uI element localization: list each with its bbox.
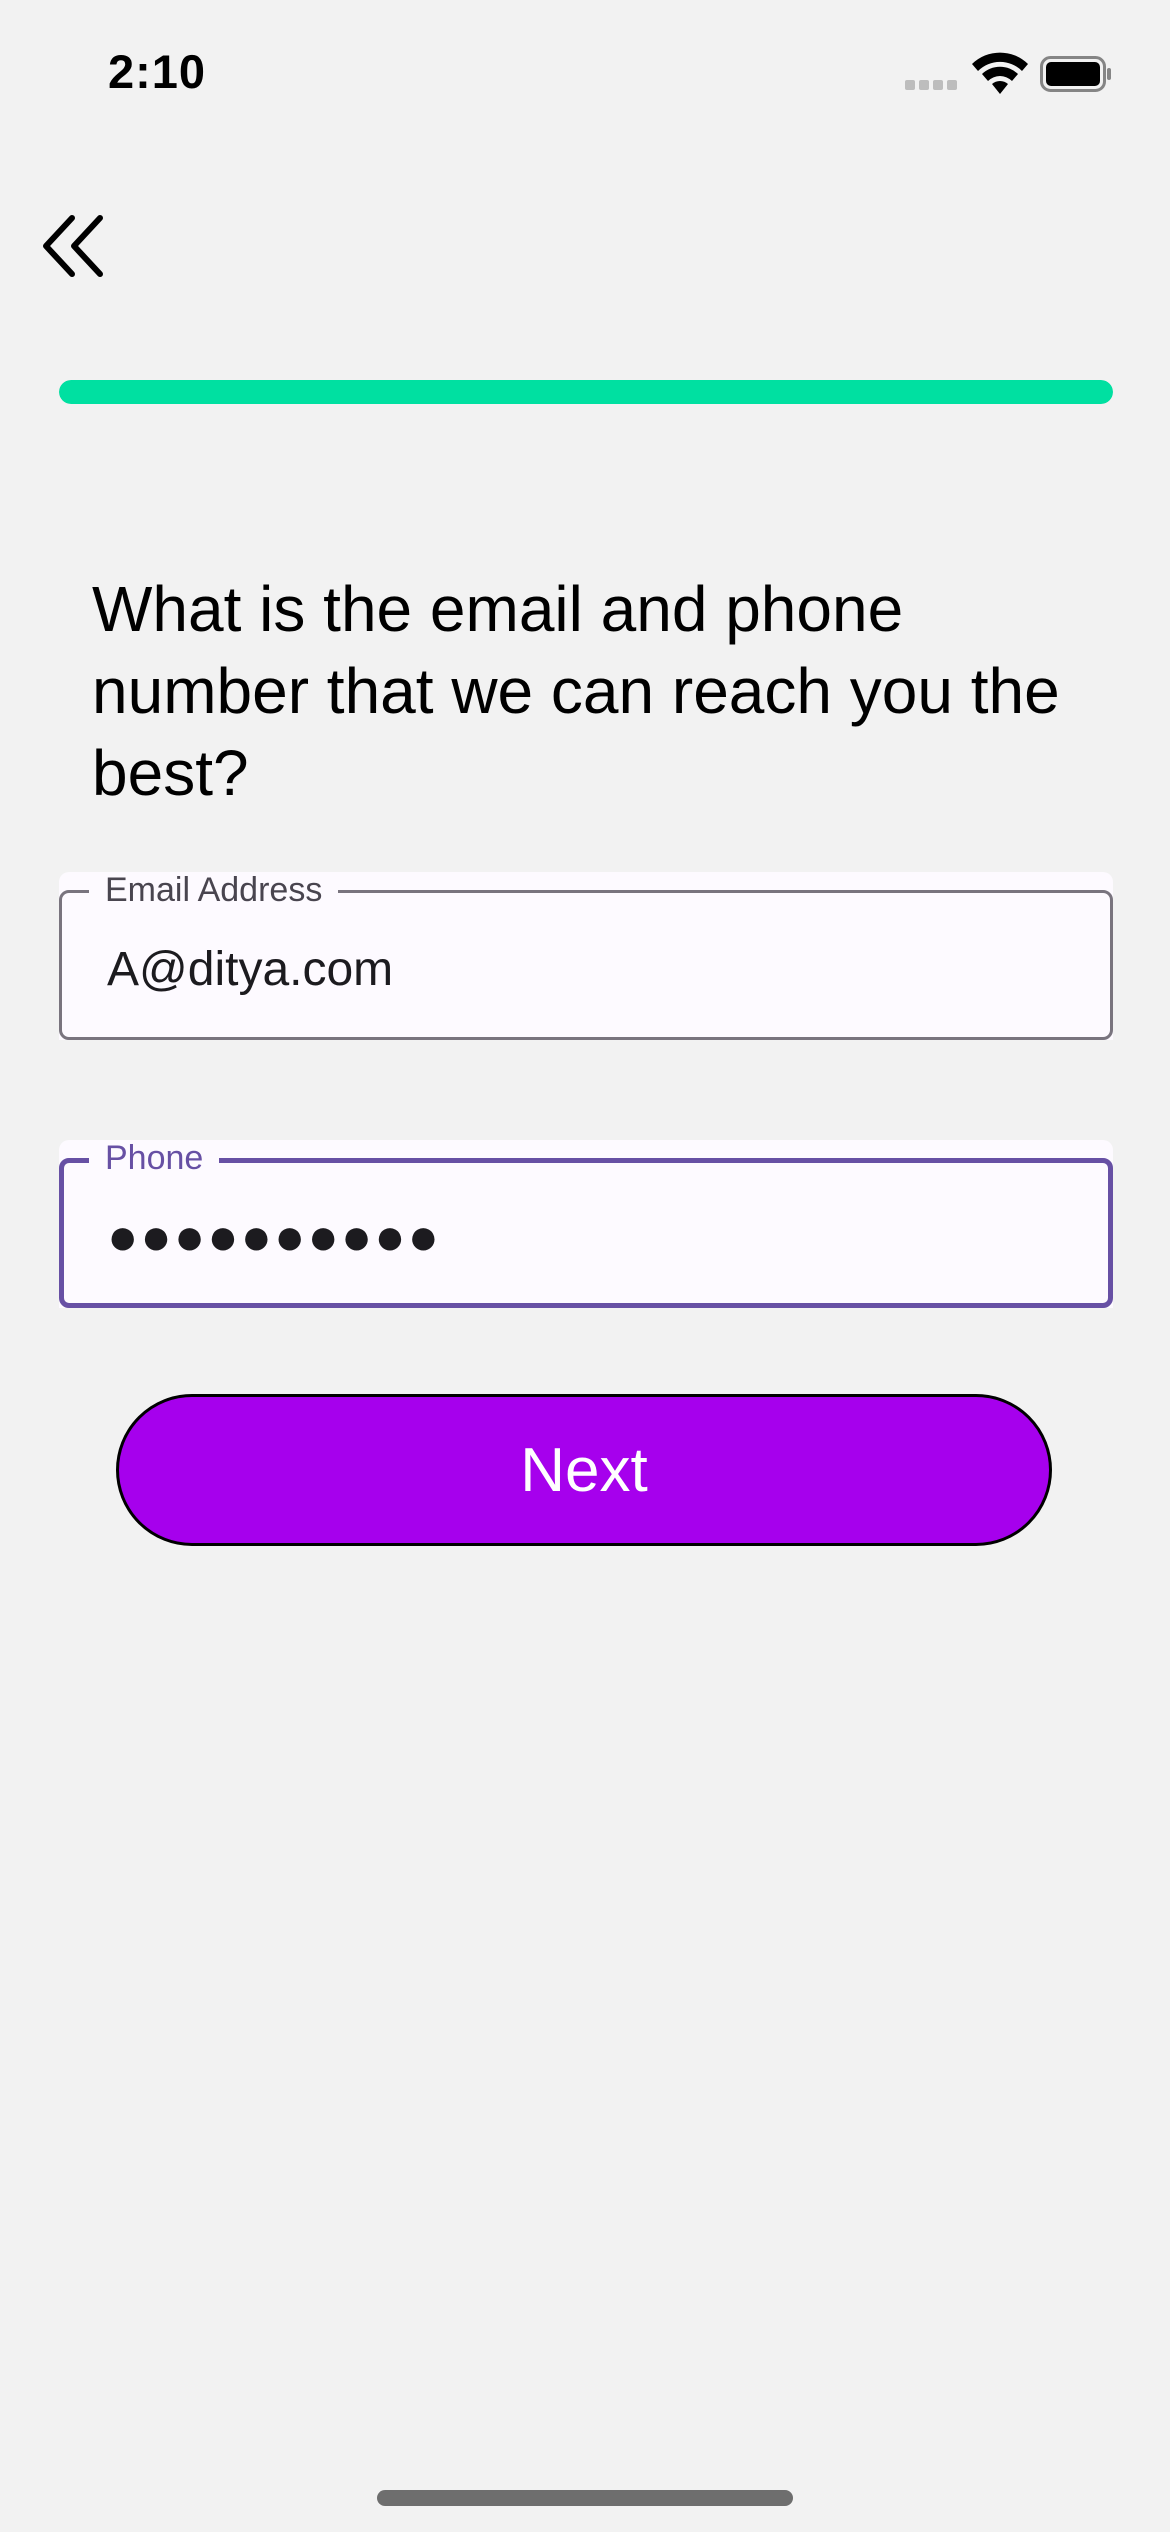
home-indicator[interactable] (377, 2490, 793, 2506)
next-button[interactable]: Next (116, 1394, 1052, 1546)
status-time: 2:10 (108, 45, 207, 98)
email-field[interactable]: Email Address (59, 872, 1113, 1040)
question-heading: What is the email and phone number that … (92, 573, 1060, 809)
email-input[interactable] (107, 934, 1073, 1004)
phone-input[interactable] (107, 1202, 1073, 1272)
wifi-icon (972, 52, 1028, 94)
status-bar: 2:10 (0, 0, 1170, 150)
progress-fill (59, 380, 1113, 404)
back-button[interactable] (38, 208, 118, 288)
progress-bar (59, 380, 1113, 404)
phone-field[interactable]: Phone (59, 1140, 1113, 1308)
battery-icon (1040, 56, 1111, 92)
cellular-signal-icon (905, 80, 959, 92)
double-chevron-left-icon (43, 215, 103, 277)
email-field-label: Email Address (89, 872, 339, 908)
phone-field-label: Phone (89, 1140, 220, 1176)
